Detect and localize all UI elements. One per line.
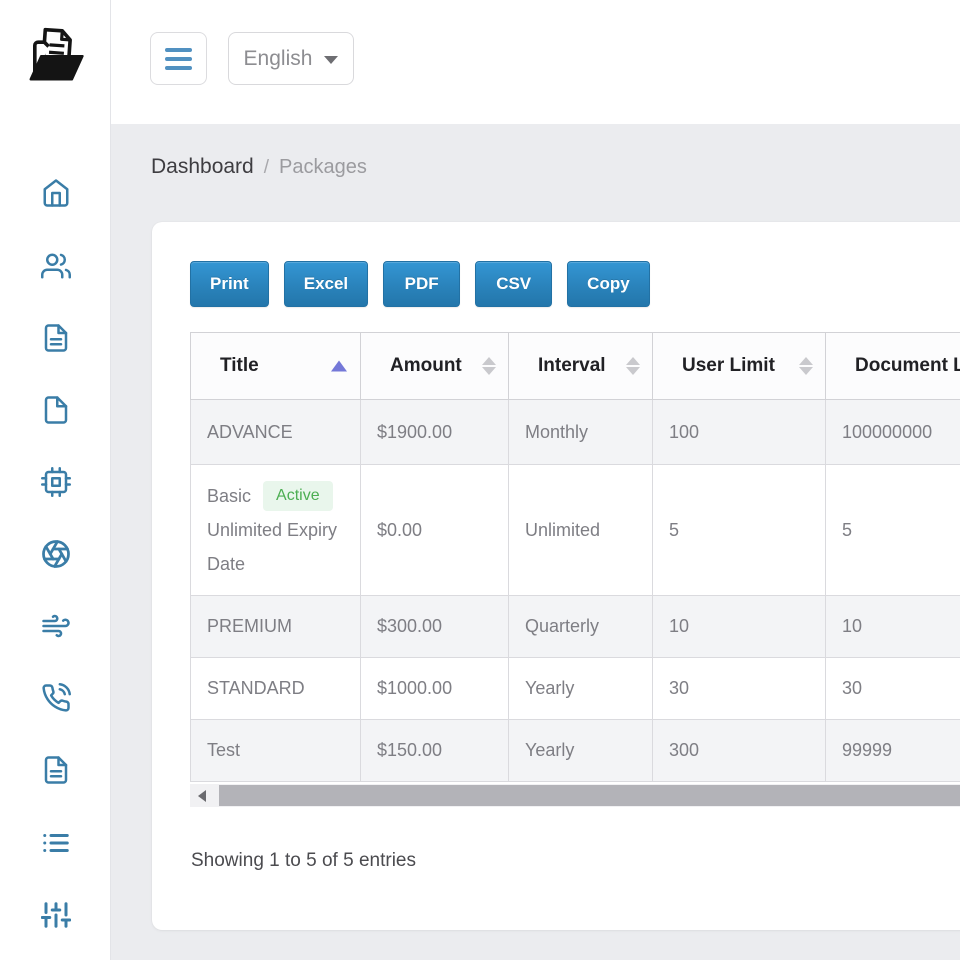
sidebar-item-list[interactable]: [40, 827, 71, 858]
active-status-badge: Active: [263, 481, 333, 511]
cell-interval: Quarterly: [508, 595, 653, 658]
excel-button[interactable]: Excel: [283, 261, 369, 307]
sort-both-icon: [626, 357, 640, 375]
package-title: Basic: [207, 486, 252, 506]
cell-interval: Unlimited: [508, 464, 653, 596]
file-text-icon: [44, 755, 67, 784]
packages-table: Title Amount Interval User Limit Documen…: [190, 332, 960, 782]
packages-card: Print Excel PDF CSV Copy Title Amount In…: [152, 222, 960, 930]
file-icon: [44, 395, 67, 424]
column-header-document-limit[interactable]: Document Limit: [825, 332, 960, 400]
cell-user-limit: 100: [652, 399, 826, 465]
triangle-left-icon: [198, 789, 206, 802]
cell-document-limit: 99999: [825, 719, 960, 782]
cell-document-limit: 10: [825, 595, 960, 658]
cell-amount: $0.00: [360, 464, 509, 596]
cell-document-limit: 5: [825, 464, 960, 596]
sidebar-item-home[interactable]: [40, 177, 71, 208]
open-folder-document-logo: [29, 27, 84, 81]
cell-title: Test: [190, 719, 361, 782]
scrollbar-thumb[interactable]: [219, 785, 960, 806]
cpu-icon: [40, 466, 71, 497]
scrollbar-left-arrow[interactable]: [190, 784, 214, 807]
list-icon: [42, 833, 69, 852]
cell-user-limit: 5: [652, 464, 826, 596]
column-header-title[interactable]: Title: [190, 332, 361, 400]
sidebar-item-files[interactable]: [40, 394, 71, 425]
cell-interval: Monthly: [508, 399, 653, 465]
sort-asc-icon: [331, 360, 347, 372]
horizontal-scrollbar[interactable]: [190, 784, 960, 807]
breadcrumb-dashboard[interactable]: Dashboard: [151, 155, 254, 179]
table-row: STANDARD $1000.00 Yearly 30 30: [190, 657, 960, 720]
users-icon: [40, 253, 71, 278]
cell-interval: Yearly: [508, 657, 653, 720]
sidebar-item-workflow[interactable]: [40, 610, 71, 641]
aperture-icon: [41, 539, 70, 568]
table-summary: Showing 1 to 5 of 5 entries: [191, 850, 416, 871]
pdf-button[interactable]: PDF: [383, 261, 461, 307]
language-selector[interactable]: English: [228, 32, 354, 85]
sidebar-item-users[interactable]: [40, 250, 71, 281]
language-value: English: [243, 46, 313, 70]
print-button[interactable]: Print: [190, 261, 269, 307]
phone-call-icon: [41, 682, 71, 712]
column-header-user-limit[interactable]: User Limit: [652, 332, 826, 400]
column-header-amount[interactable]: Amount: [360, 332, 509, 400]
cell-title: STANDARD: [190, 657, 361, 720]
sidebar-item-system[interactable]: [40, 466, 71, 497]
cell-amount: $300.00: [360, 595, 509, 658]
sidebar-item-settings[interactable]: [40, 899, 71, 930]
sidebar-item-documents[interactable]: [40, 322, 71, 353]
cell-document-limit: 100000000: [825, 399, 960, 465]
breadcrumb-packages: Packages: [279, 156, 367, 178]
table-row: PREMIUM $300.00 Quarterly 10 10: [190, 595, 960, 658]
chevron-down-icon: [324, 56, 339, 64]
table-row: Test $150.00 Yearly 300 99999: [190, 719, 960, 782]
cell-title: Basic Active Unlimited Expiry Date: [190, 464, 361, 596]
breadcrumb-separator: /: [263, 157, 270, 178]
cell-user-limit: 30: [652, 657, 826, 720]
column-header-interval[interactable]: Interval: [508, 332, 653, 400]
csv-button[interactable]: CSV: [475, 261, 553, 307]
sidebar: [0, 0, 111, 960]
cell-document-limit: 30: [825, 657, 960, 720]
cell-amount: $1900.00: [360, 399, 509, 465]
cell-title: PREMIUM: [190, 595, 361, 658]
sliders-icon: [40, 901, 71, 928]
package-subtitle: Unlimited Expiry Date: [207, 520, 338, 574]
sort-both-icon: [799, 357, 813, 375]
hamburger-icon: [165, 47, 192, 52]
cell-amount: $150.00: [360, 719, 509, 782]
copy-button[interactable]: Copy: [567, 261, 650, 307]
topbar: English: [111, 0, 960, 124]
app-root: { "topbar": { "menu_icon": "hamburger-ic…: [0, 0, 960, 960]
sidebar-item-reports[interactable]: [40, 754, 71, 785]
table-header-row: Title Amount Interval User Limit Documen…: [190, 332, 960, 400]
sort-both-icon: [482, 357, 496, 375]
cell-user-limit: 300: [652, 719, 826, 782]
file-text-icon: [44, 323, 67, 352]
wind-icon: [41, 614, 70, 637]
cell-interval: Yearly: [508, 719, 653, 782]
cell-amount: $1000.00: [360, 657, 509, 720]
table-row: ADVANCE $1900.00 Monthly 100 100000000: [190, 399, 960, 465]
sidebar-item-media[interactable]: [40, 538, 71, 569]
menu-toggle-button[interactable]: [150, 32, 207, 85]
cell-title: ADVANCE: [190, 399, 361, 465]
cell-user-limit: 10: [652, 595, 826, 658]
table-row: Basic Active Unlimited Expiry Date $0.00 …: [190, 464, 960, 596]
packages-table-wrapper: Title Amount Interval User Limit Documen…: [190, 332, 960, 782]
app-logo[interactable]: [21, 22, 89, 94]
content-area: Dashboard / Packages Print Excel PDF CSV…: [111, 124, 960, 960]
breadcrumb: Dashboard / Packages: [151, 155, 367, 179]
export-button-row: Print Excel PDF CSV Copy: [190, 261, 650, 307]
sidebar-item-contact[interactable]: [40, 682, 71, 713]
home-icon: [43, 178, 68, 207]
